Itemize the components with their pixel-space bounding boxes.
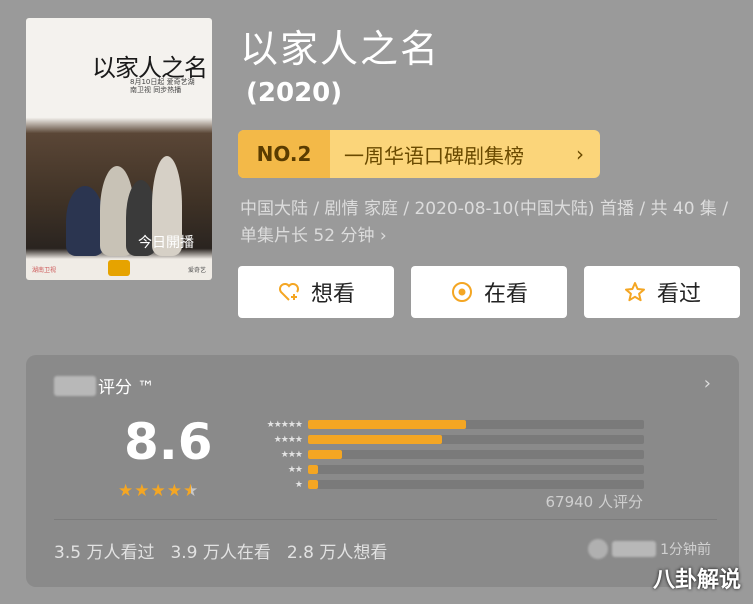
- poster-brand-left: 湖南卫视: [32, 267, 57, 274]
- poster-image[interactable]: 以家人之名 8月10日起 爱奇艺湖南卫视 同步热播 今日開播 湖南卫视 爱奇艺: [26, 18, 212, 280]
- watched-label: 看过: [656, 282, 701, 307]
- rating-stars: ★★★★★: [118, 481, 199, 501]
- rating-bar-fill: [308, 480, 319, 489]
- watched-button[interactable]: 看过: [584, 266, 740, 318]
- rating-bar-stars: ★: [294, 479, 303, 490]
- rating-bar-track: [308, 450, 644, 459]
- rating-bar-track: [308, 420, 644, 429]
- rating-bar-fill: [308, 420, 466, 429]
- rating-bar-row: ★★★: [236, 447, 644, 462]
- rating-bar-row: ★★: [236, 462, 644, 477]
- rating-bar-track: [308, 435, 644, 444]
- poster-subtitle: 8月10日起 爱奇艺湖南卫视 同步热播: [130, 78, 195, 94]
- star-icon: ★: [118, 481, 135, 501]
- want-to-watch-button[interactable]: 想看: [238, 266, 394, 318]
- rating-bar-row: ★★★★: [236, 432, 644, 447]
- rating-bar-track: [308, 465, 644, 474]
- watching-button[interactable]: 在看: [411, 266, 567, 318]
- recent-time: 1分钟前: [660, 542, 711, 558]
- stat-watched[interactable]: 3.5 万人看过: [54, 538, 154, 563]
- rating-card: 评分 ™ › 8.6 ★★★★★ ★★★★★ ★★★★ ★★★ ★★ ★ 67940 人…: [26, 355, 739, 587]
- show-title: 以家人之名: [240, 27, 441, 71]
- blurred-platform-name: [54, 375, 96, 396]
- rating-bar-stars: ★★★★: [273, 434, 303, 445]
- rating-bar-track: [308, 480, 644, 489]
- rating-bar-row: ★★★★★: [236, 417, 644, 432]
- rating-header[interactable]: 评分 ™: [54, 373, 154, 398]
- poster-signature: 今日開播: [138, 235, 194, 251]
- star-icon: ★: [166, 481, 183, 501]
- blurred-username: [612, 541, 657, 557]
- rating-bar-row: ★: [236, 477, 644, 492]
- show-year: (2020): [246, 78, 343, 108]
- want-label: 想看: [310, 282, 355, 307]
- rank-banner[interactable]: NO.2 一周华语口碑剧集榜 ›: [238, 130, 600, 178]
- rank-number: NO.2: [238, 130, 330, 178]
- chevron-right-icon[interactable]: ›: [704, 373, 711, 394]
- poster-brand-right: 爱奇艺: [187, 267, 206, 274]
- rating-header-label: 评分 ™: [98, 378, 155, 398]
- half-star-icon: ★: [183, 481, 200, 501]
- audience-stats: 3.5 万人看过 3.9 万人在看 2.8 万人想看: [54, 538, 387, 563]
- watching-label: 在看: [483, 282, 528, 307]
- rating-bar-fill: [308, 435, 443, 444]
- stat-want[interactable]: 2.8 万人想看: [287, 538, 387, 563]
- show-meta[interactable]: 中国大陆 / 剧情 家庭 / 2020-08-10(中国大陆) 首播 / 共 4…: [240, 196, 745, 250]
- rating-distribution: ★★★★★ ★★★★ ★★★ ★★ ★: [236, 417, 644, 492]
- rating-score: 8.6: [124, 413, 213, 471]
- chevron-right-icon: ›: [576, 142, 584, 166]
- stat-watching[interactable]: 3.9 万人在看: [170, 538, 270, 563]
- target-circle-icon: [451, 282, 472, 302]
- rating-bar-stars: ★★: [287, 464, 303, 475]
- rating-bar-fill: [308, 450, 342, 459]
- rating-bar-fill: [308, 465, 319, 474]
- watermark: 八卦解说: [652, 568, 741, 593]
- star-icon: ★: [150, 481, 167, 501]
- recent-activity[interactable]: 1分钟前: [588, 539, 711, 559]
- star-icon: ★: [134, 481, 151, 501]
- rating-count: 67940 人评分: [545, 493, 644, 511]
- poster-badge: [108, 260, 130, 276]
- avatar: [588, 539, 609, 559]
- divider: [54, 519, 717, 520]
- star-outline-icon: [624, 282, 645, 302]
- heart-plus-icon: [278, 283, 299, 301]
- rating-bar-stars: ★★★: [280, 449, 303, 460]
- rank-label: 一周华语口碑剧集榜: [344, 143, 524, 168]
- rating-bar-stars: ★★★★★: [266, 419, 303, 430]
